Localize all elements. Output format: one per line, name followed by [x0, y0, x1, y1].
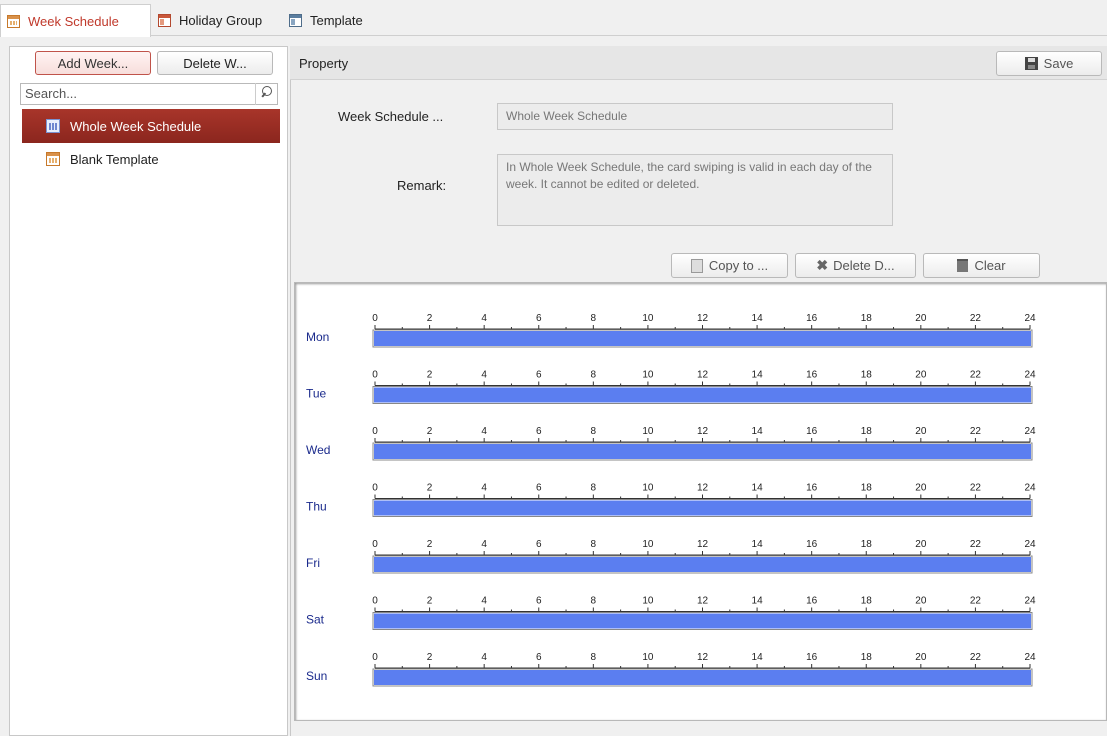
tab-label: Holiday Group — [179, 12, 263, 28]
add-week-button[interactable]: Add Week... — [35, 51, 151, 75]
remark-field[interactable]: In Whole Week Schedule, the card swiping… — [497, 154, 893, 226]
tab-week-schedule[interactable]: Week Schedule — [0, 4, 151, 37]
copy-icon — [690, 258, 703, 273]
search-input[interactable]: Search... — [20, 83, 278, 105]
search-icon[interactable] — [255, 83, 279, 105]
property-title: Property — [299, 56, 349, 71]
list-item-label: Blank Template — [70, 151, 159, 167]
tab-template[interactable]: Template — [283, 4, 383, 36]
trash-icon — [957, 259, 969, 272]
tab-holiday-group[interactable]: Holiday Group — [152, 4, 282, 36]
list-item-label: Whole Week Schedule — [70, 118, 202, 134]
copy-label: Copy to ... — [708, 258, 769, 273]
delete-week-button[interactable]: Delete W... — [157, 51, 273, 75]
schedule-timeline-area — [294, 282, 1107, 721]
schedule-icon — [46, 119, 60, 133]
tab-label: Week Schedule — [28, 13, 119, 29]
holiday-group-icon — [158, 13, 171, 27]
save-button[interactable]: Save — [996, 51, 1102, 76]
property-header — [290, 46, 1107, 80]
week-schedule-name-label: Week Schedule ... — [338, 109, 444, 124]
delete-duration-button[interactable]: ✖ Delete D... — [795, 253, 916, 278]
list-item-blank-template[interactable]: Blank Template — [22, 142, 280, 176]
delete-icon: ✖ — [816, 257, 829, 273]
remark-label: Remark: — [397, 178, 447, 193]
save-icon — [1024, 57, 1038, 70]
week-schedule-name-field[interactable]: Whole Week Schedule — [497, 103, 893, 130]
list-item-whole-week-schedule[interactable]: Whole Week Schedule — [22, 109, 280, 143]
clear-button[interactable]: Clear — [923, 253, 1040, 278]
tab-bar: Week Schedule Holiday Group Template — [0, 0, 1107, 37]
copy-to-button[interactable]: Copy to ... — [671, 253, 788, 278]
delete-label: Delete D... — [833, 258, 895, 273]
clear-label: Clear — [974, 258, 1006, 273]
template-icon — [46, 152, 60, 166]
template-icon — [289, 13, 302, 27]
save-label: Save — [1043, 56, 1074, 71]
tab-label: Template — [310, 12, 363, 28]
calendar-icon — [7, 14, 20, 28]
